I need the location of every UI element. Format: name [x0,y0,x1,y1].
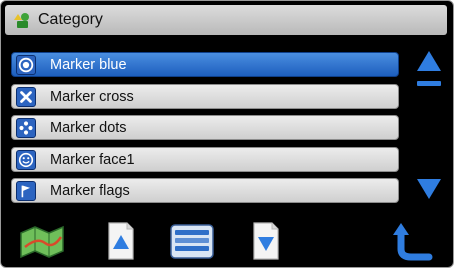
scroll-up-icon[interactable] [415,49,443,89]
dots-marker-icon [16,118,36,138]
marker-list: Marker blue Marker cross Marker dots Mar… [11,52,399,210]
bottom-toolbar [1,215,453,267]
screen: Category Marker blue Marker cross Marker… [0,0,454,268]
flag-marker-icon [16,181,36,201]
title-bar: Category [5,5,447,35]
list-item-marker-cross[interactable]: Marker cross [11,83,399,109]
category-icon [14,13,29,28]
list-item-label: Marker dots [50,120,127,136]
list-item-marker-flags[interactable]: Marker flags [11,178,399,203]
list-item-marker-face1[interactable]: Marker face1 [11,146,399,172]
scroll-down-icon[interactable] [415,177,443,201]
page-up-icon[interactable] [106,221,136,261]
list-item-marker-blue[interactable]: Marker blue [11,52,399,77]
list-menu-icon[interactable] [169,221,215,261]
list-item-label: Marker cross [50,88,134,105]
page-down-icon[interactable] [251,221,281,261]
page-title: Category [38,11,103,28]
list-item-label: Marker face1 [50,151,135,168]
target-marker-icon [16,55,36,75]
back-arrow-icon[interactable] [393,221,435,261]
list-item-marker-dots[interactable]: Marker dots [11,115,399,140]
face-marker-icon [16,149,36,170]
list-item-label: Marker flags [50,183,130,199]
cross-marker-icon [16,86,36,107]
list-item-label: Marker blue [50,57,127,73]
map-icon[interactable] [19,223,65,259]
